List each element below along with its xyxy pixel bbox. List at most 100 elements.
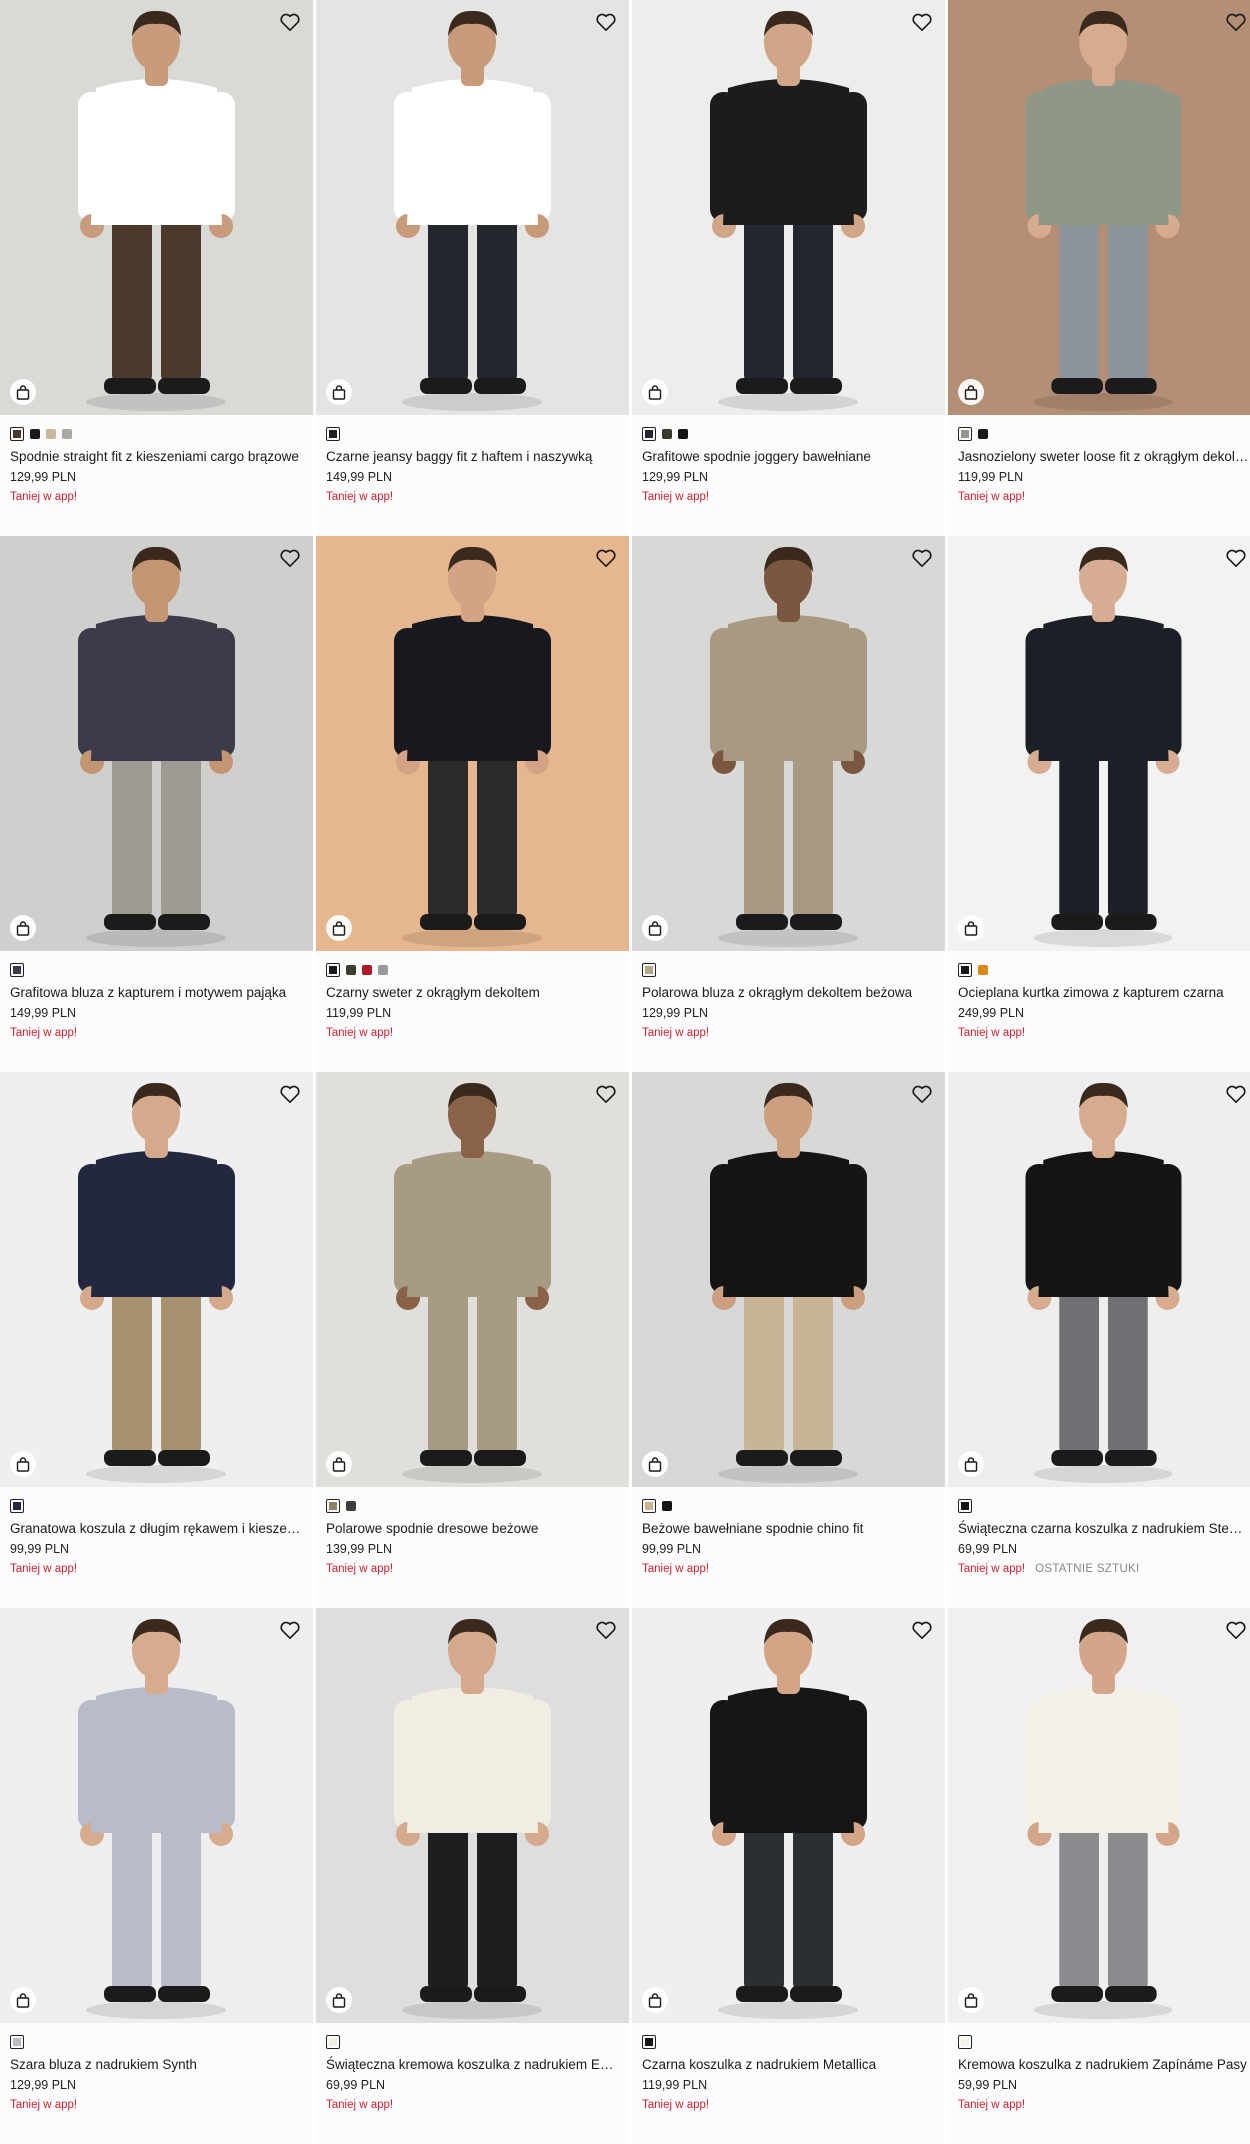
add-to-bag-button[interactable]	[10, 915, 36, 941]
color-swatch[interactable]	[662, 1501, 672, 1511]
color-swatch[interactable]	[10, 2035, 24, 2049]
color-swatch[interactable]	[326, 963, 340, 977]
product-title[interactable]: Grafitowe spodnie joggery bawełniane	[642, 448, 935, 466]
color-swatch[interactable]	[958, 963, 972, 977]
color-swatch[interactable]	[978, 965, 988, 975]
color-swatch[interactable]	[62, 429, 72, 439]
product-photo[interactable]	[948, 0, 1250, 415]
product-card-9[interactable]: Granatowa koszula z długim rękawem i kie…	[0, 1072, 313, 1608]
heart-icon[interactable]	[595, 12, 617, 32]
product-photo[interactable]	[316, 1072, 629, 1487]
product-photo[interactable]	[632, 0, 945, 415]
product-photo[interactable]	[0, 536, 313, 951]
product-card-4[interactable]: Jasnozielony sweter loose fit z okrągłym…	[948, 0, 1250, 536]
add-to-bag-button[interactable]	[642, 379, 668, 405]
product-card-6[interactable]: Czarny sweter z okrągłym dekoltem 119,99…	[316, 536, 629, 1072]
product-title[interactable]: Świąteczna czarna koszulka z nadrukiem S…	[958, 1520, 1249, 1538]
product-title[interactable]: Polarowe spodnie dresowe beżowe	[326, 1520, 619, 1538]
product-photo[interactable]	[0, 1608, 313, 2023]
heart-icon[interactable]	[911, 12, 933, 32]
product-card-3[interactable]: Grafitowe spodnie joggery bawełniane 129…	[632, 0, 945, 536]
heart-icon[interactable]	[595, 548, 617, 568]
product-title[interactable]: Granatowa koszula z długim rękawem i kie…	[10, 1520, 303, 1538]
color-swatch[interactable]	[46, 429, 56, 439]
heart-icon[interactable]	[595, 1620, 617, 1640]
color-swatch[interactable]	[642, 2035, 656, 2049]
heart-icon[interactable]	[1225, 548, 1247, 568]
color-swatch[interactable]	[346, 965, 356, 975]
product-title[interactable]: Świąteczna kremowa koszulka z nadrukiem …	[326, 2056, 619, 2074]
product-photo[interactable]	[948, 1072, 1250, 1487]
product-title[interactable]: Ocieplana kurtka zimowa z kapturem czarn…	[958, 984, 1249, 1002]
color-swatch[interactable]	[662, 429, 672, 439]
product-title[interactable]: Beżowe bawełniane spodnie chino fit	[642, 1520, 935, 1538]
color-swatch[interactable]	[678, 429, 688, 439]
product-card-10[interactable]: Polarowe spodnie dresowe beżowe 139,99 P…	[316, 1072, 629, 1608]
color-swatch[interactable]	[362, 965, 372, 975]
heart-icon[interactable]	[1225, 12, 1247, 32]
product-photo[interactable]	[316, 536, 629, 951]
color-swatch[interactable]	[642, 963, 656, 977]
color-swatch[interactable]	[378, 965, 388, 975]
color-swatch[interactable]	[958, 1499, 972, 1513]
product-title[interactable]: Czarna koszulka z nadrukiem Metallica	[642, 2056, 935, 2074]
color-swatch[interactable]	[958, 427, 972, 441]
product-photo[interactable]	[0, 0, 313, 415]
product-card-8[interactable]: Ocieplana kurtka zimowa z kapturem czarn…	[948, 536, 1250, 1072]
color-swatch[interactable]	[10, 427, 24, 441]
product-title[interactable]: Polarowa bluza z okrągłym dekoltem beżow…	[642, 984, 935, 1002]
product-title[interactable]: Jasnozielony sweter loose fit z okrągłym…	[958, 448, 1249, 466]
color-swatch[interactable]	[642, 1499, 656, 1513]
product-card-13[interactable]: Szara bluza z nadrukiem Synth 129,99 PLN…	[0, 1608, 313, 2144]
product-card-11[interactable]: Beżowe bawełniane spodnie chino fit 99,9…	[632, 1072, 945, 1608]
product-card-12[interactable]: Świąteczna czarna koszulka z nadrukiem S…	[948, 1072, 1250, 1608]
product-photo[interactable]	[632, 536, 945, 951]
heart-icon[interactable]	[1225, 1084, 1247, 1104]
add-to-bag-button[interactable]	[10, 1987, 36, 2013]
add-to-bag-button[interactable]	[642, 915, 668, 941]
add-to-bag-button[interactable]	[958, 1451, 984, 1477]
product-card-16[interactable]: Kremowa koszulka z nadrukiem Zapínáme Pa…	[948, 1608, 1250, 2144]
color-swatch[interactable]	[10, 963, 24, 977]
product-title[interactable]: Szara bluza z nadrukiem Synth	[10, 2056, 303, 2074]
heart-icon[interactable]	[279, 12, 301, 32]
color-swatch[interactable]	[978, 429, 988, 439]
add-to-bag-button[interactable]	[326, 915, 352, 941]
product-card-7[interactable]: Polarowa bluza z okrągłym dekoltem beżow…	[632, 536, 945, 1072]
add-to-bag-button[interactable]	[326, 1451, 352, 1477]
color-swatch[interactable]	[326, 1499, 340, 1513]
add-to-bag-button[interactable]	[10, 379, 36, 405]
heart-icon[interactable]	[911, 1620, 933, 1640]
heart-icon[interactable]	[1225, 1620, 1247, 1640]
product-photo[interactable]	[948, 536, 1250, 951]
product-photo[interactable]	[632, 1608, 945, 2023]
product-photo[interactable]	[948, 1608, 1250, 2023]
heart-icon[interactable]	[911, 1084, 933, 1104]
color-swatch[interactable]	[326, 2035, 340, 2049]
heart-icon[interactable]	[279, 1620, 301, 1640]
add-to-bag-button[interactable]	[642, 1451, 668, 1477]
product-photo[interactable]	[316, 0, 629, 415]
product-title[interactable]: Spodnie straight fit z kieszeniami cargo…	[10, 448, 303, 466]
color-swatch[interactable]	[30, 429, 40, 439]
heart-icon[interactable]	[911, 548, 933, 568]
add-to-bag-button[interactable]	[10, 1451, 36, 1477]
product-card-15[interactable]: Czarna koszulka z nadrukiem Metallica 11…	[632, 1608, 945, 2144]
product-photo[interactable]	[632, 1072, 945, 1487]
color-swatch[interactable]	[10, 1499, 24, 1513]
product-card-5[interactable]: Grafitowa bluza z kapturem i motywem paj…	[0, 536, 313, 1072]
add-to-bag-button[interactable]	[958, 915, 984, 941]
product-card-2[interactable]: Czarne jeansy baggy fit z haftem i naszy…	[316, 0, 629, 536]
color-swatch[interactable]	[958, 2035, 972, 2049]
color-swatch[interactable]	[326, 427, 340, 441]
add-to-bag-button[interactable]	[642, 1987, 668, 2013]
product-title[interactable]: Czarne jeansy baggy fit z haftem i naszy…	[326, 448, 619, 466]
heart-icon[interactable]	[595, 1084, 617, 1104]
product-photo[interactable]	[0, 1072, 313, 1487]
heart-icon[interactable]	[279, 548, 301, 568]
add-to-bag-button[interactable]	[326, 379, 352, 405]
product-title[interactable]: Kremowa koszulka z nadrukiem Zapínáme Pa…	[958, 2056, 1249, 2074]
product-title[interactable]: Czarny sweter z okrągłym dekoltem	[326, 984, 619, 1002]
add-to-bag-button[interactable]	[958, 379, 984, 405]
product-photo[interactable]	[316, 1608, 629, 2023]
